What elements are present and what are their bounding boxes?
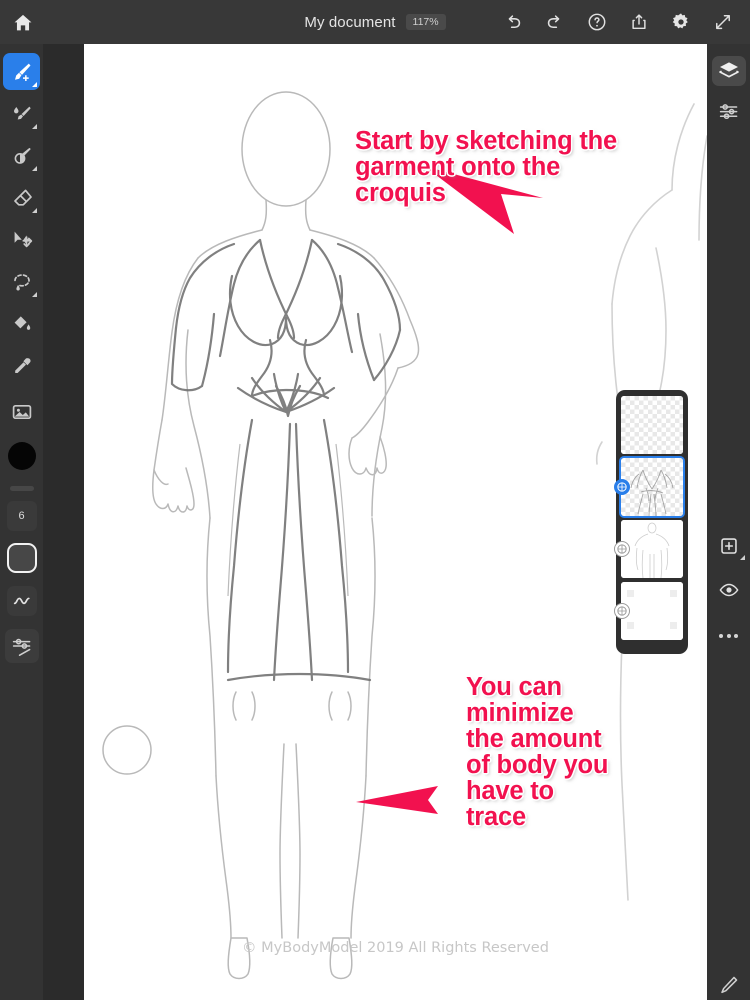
layer-thumbnail-sketch bbox=[630, 469, 674, 516]
paint-bucket-icon bbox=[14, 315, 30, 330]
annotation-minimize-body: You can minimize the amount of body you … bbox=[466, 673, 609, 831]
tool-transform[interactable] bbox=[3, 221, 40, 258]
smoothing-wave-icon bbox=[13, 597, 30, 605]
brush-shape-button[interactable] bbox=[6, 543, 37, 573]
settings-button[interactable] bbox=[670, 11, 692, 33]
tool-eyedropper[interactable] bbox=[3, 347, 40, 384]
annotation-sketch-garment: Start by sketching the garment onto the … bbox=[355, 127, 617, 207]
add-layer-flyout-indicator bbox=[739, 554, 745, 560]
brush-size-value[interactable]: 6 bbox=[6, 501, 37, 531]
fullscreen-icon bbox=[716, 15, 730, 30]
layer-thumbnail bbox=[621, 520, 683, 578]
tool-flyout-indicator bbox=[32, 166, 37, 171]
eraser-icon bbox=[13, 189, 32, 206]
transparency-checker bbox=[621, 396, 683, 454]
image-icon bbox=[12, 404, 31, 419]
layer-mask-badge[interactable] bbox=[614, 541, 630, 557]
brush-smoothing-button[interactable] bbox=[6, 586, 37, 616]
blur-brush-icon bbox=[14, 147, 31, 164]
gear-icon bbox=[672, 13, 688, 29]
brush-size-slider[interactable] bbox=[9, 486, 34, 491]
layers-icon bbox=[718, 62, 739, 78]
left-toolbar: 6 bbox=[0, 44, 43, 1000]
undo-button[interactable] bbox=[502, 11, 524, 33]
mask-badge-icon bbox=[617, 606, 627, 616]
fullscreen-button[interactable] bbox=[712, 11, 734, 33]
layer-item[interactable] bbox=[621, 396, 683, 454]
tool-flyout-indicator bbox=[32, 208, 37, 213]
undo-icon bbox=[508, 15, 521, 29]
app-root: My document 117% 6 Start by sketching th… bbox=[0, 0, 750, 1000]
stylus-button[interactable] bbox=[712, 970, 746, 1000]
layer-thumbnail bbox=[621, 458, 683, 516]
layer-thumbnail-croquis bbox=[621, 520, 683, 578]
brush-settings-icon bbox=[12, 638, 30, 656]
document-title[interactable]: My document bbox=[304, 14, 395, 31]
tool-flyout-indicator bbox=[32, 82, 37, 87]
pencil-icon bbox=[720, 976, 737, 993]
zoom-level-badge[interactable]: 117% bbox=[405, 13, 446, 31]
adjustments-icon bbox=[719, 104, 737, 120]
more-options-icon bbox=[719, 634, 738, 639]
redo-icon bbox=[547, 15, 560, 29]
tool-smudge[interactable] bbox=[3, 95, 40, 132]
share-button[interactable] bbox=[628, 11, 650, 33]
eyedropper-icon bbox=[14, 357, 31, 373]
lasso-select-icon bbox=[13, 273, 30, 290]
color-swatch[interactable] bbox=[7, 442, 36, 470]
tool-flyout-indicator bbox=[32, 292, 37, 297]
mask-badge-icon bbox=[617, 544, 627, 554]
smudge-brush-icon bbox=[13, 106, 31, 119]
right-toolbar bbox=[707, 44, 750, 1000]
help-icon bbox=[588, 13, 606, 31]
add-layer-icon bbox=[720, 538, 737, 554]
layer-mask-badge[interactable] bbox=[614, 479, 630, 495]
layer-item[interactable] bbox=[614, 456, 685, 518]
layer-mask-badge[interactable] bbox=[614, 603, 630, 619]
paintbrush-icon bbox=[14, 63, 30, 81]
layer-item[interactable] bbox=[614, 582, 683, 640]
layers-panel[interactable] bbox=[614, 390, 688, 654]
canvas-left-gutter bbox=[43, 44, 84, 1000]
tool-place-image[interactable] bbox=[3, 393, 40, 430]
brush-settings-button[interactable] bbox=[4, 629, 39, 663]
top-actions bbox=[502, 0, 742, 44]
panel-layers-button[interactable] bbox=[711, 56, 746, 87]
arrow-left bbox=[356, 786, 438, 814]
eye-icon bbox=[719, 583, 738, 597]
add-layer-button[interactable] bbox=[712, 531, 746, 561]
more-options-button[interactable] bbox=[712, 621, 746, 651]
tool-flyout-indicator bbox=[32, 124, 37, 129]
layer-thumbnail bbox=[621, 396, 683, 454]
tool-paintbrush[interactable] bbox=[3, 53, 40, 90]
top-toolbar: My document 117% bbox=[0, 0, 750, 44]
tool-eraser[interactable] bbox=[3, 179, 40, 216]
layer-visibility-button[interactable] bbox=[712, 575, 746, 605]
layer-thumbnail bbox=[621, 582, 683, 640]
help-button[interactable] bbox=[586, 11, 608, 33]
tool-lasso-select[interactable] bbox=[3, 263, 40, 300]
layer-thumbnail-background bbox=[627, 590, 677, 629]
drawing-canvas[interactable]: Start by sketching the garment onto the … bbox=[84, 44, 707, 1000]
transform-icon bbox=[14, 231, 32, 247]
layer-item[interactable] bbox=[614, 520, 683, 578]
mask-badge-icon bbox=[617, 482, 627, 492]
tool-paint-bucket[interactable] bbox=[3, 305, 40, 342]
copyright-notice: © MyBodyModel 2019 All Rights Reserved bbox=[242, 940, 549, 956]
panel-adjustments-button[interactable] bbox=[712, 96, 746, 126]
share-icon bbox=[632, 14, 646, 30]
redo-button[interactable] bbox=[544, 11, 566, 33]
tool-blur[interactable] bbox=[3, 137, 40, 174]
